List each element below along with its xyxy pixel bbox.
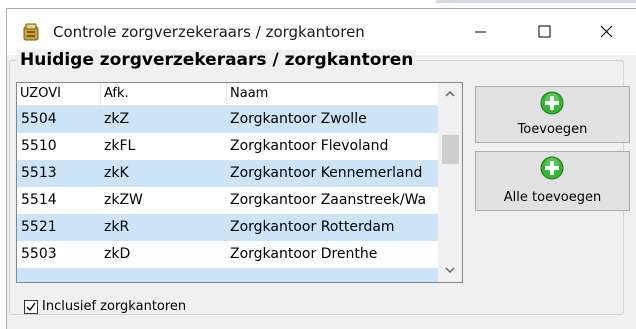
plus-icon [540, 156, 564, 180]
cell-uzovi: 5504 [21, 111, 57, 127]
table-row-partial[interactable] [17, 268, 438, 282]
grid-header: UZOVI Afk. Naam [17, 83, 437, 106]
cell-afk: zkFL [104, 138, 136, 154]
scroll-up-icon[interactable] [438, 83, 462, 105]
add-button[interactable]: Toevoegen [475, 86, 630, 143]
scroll-thumb[interactable] [442, 135, 459, 164]
include-zorgkantoren-checkbox[interactable] [24, 300, 38, 314]
cell-uzovi: 5521 [21, 219, 57, 235]
vertical-scrollbar[interactable] [438, 83, 462, 282]
cell-naam: Zorgkantoor Rotterdam [230, 219, 395, 235]
include-zorgkantoren-label[interactable]: Inclusief zorgkantoren [42, 299, 186, 314]
cell-afk: zkZ [104, 111, 130, 127]
cell-naam: Zorgkantoor Zwolle [230, 111, 367, 127]
app-icon [23, 23, 39, 41]
cell-afk: zkD [104, 246, 131, 262]
group-title: Huidige zorgverzekeraars / zorgkantoren [17, 50, 417, 70]
background-accent [436, 0, 636, 3]
close-button[interactable] [583, 9, 629, 55]
cell-naam: Zorgkantoor Kennemerland [230, 165, 423, 181]
add-button-label: Toevoegen [517, 122, 588, 137]
window-title: Controle zorgverzekeraars / zorgkantoren [53, 23, 365, 41]
cell-uzovi: 5503 [21, 246, 57, 262]
background-strip [0, 0, 636, 8]
cell-naam: Zorgkantoor Flevoland [230, 138, 389, 154]
cell-uzovi: 5513 [21, 165, 57, 181]
insurers-grid[interactable]: UZOVI Afk. Naam 5504 zkZ Zorgkantoor Zwo… [16, 82, 463, 283]
table-row[interactable]: 5514 zkZW Zorgkantoor Zaanstreek/Wa [17, 187, 438, 214]
column-header-afk[interactable]: Afk. [101, 83, 227, 105]
maximize-button[interactable] [521, 9, 567, 55]
table-row[interactable]: 5504 zkZ Zorgkantoor Zwolle [17, 106, 438, 133]
column-header-naam[interactable]: Naam [227, 83, 437, 105]
cell-uzovi: 5514 [21, 192, 57, 208]
scroll-down-icon[interactable] [438, 259, 462, 281]
table-row[interactable]: 5510 zkFL Zorgkantoor Flevoland [17, 133, 438, 160]
table-row[interactable]: 5521 zkR Zorgkantoor Rotterdam [17, 214, 438, 241]
cell-afk: zkK [104, 165, 129, 181]
table-row[interactable]: 5503 zkD Zorgkantoor Drenthe [17, 241, 438, 268]
column-header-uzovi[interactable]: UZOVI [17, 83, 101, 105]
title-bar: Controle zorgverzekeraars / zorgkantoren [7, 9, 636, 55]
checkmark-icon [26, 302, 36, 312]
cell-naam: Zorgkantoor Zaanstreek/Wa [230, 192, 427, 208]
plus-icon [540, 91, 564, 115]
add-all-button[interactable]: Alle toevoegen [475, 151, 630, 211]
cell-naam: Zorgkantoor Drenthe [230, 246, 378, 262]
cell-afk: zkR [104, 219, 130, 235]
cell-uzovi: 5510 [21, 138, 57, 154]
add-all-button-label: Alle toevoegen [503, 190, 602, 205]
cell-afk: zkZW [104, 192, 143, 208]
minimize-button[interactable] [457, 9, 503, 55]
table-row[interactable]: 5513 zkK Zorgkantoor Kennemerland [17, 160, 438, 187]
